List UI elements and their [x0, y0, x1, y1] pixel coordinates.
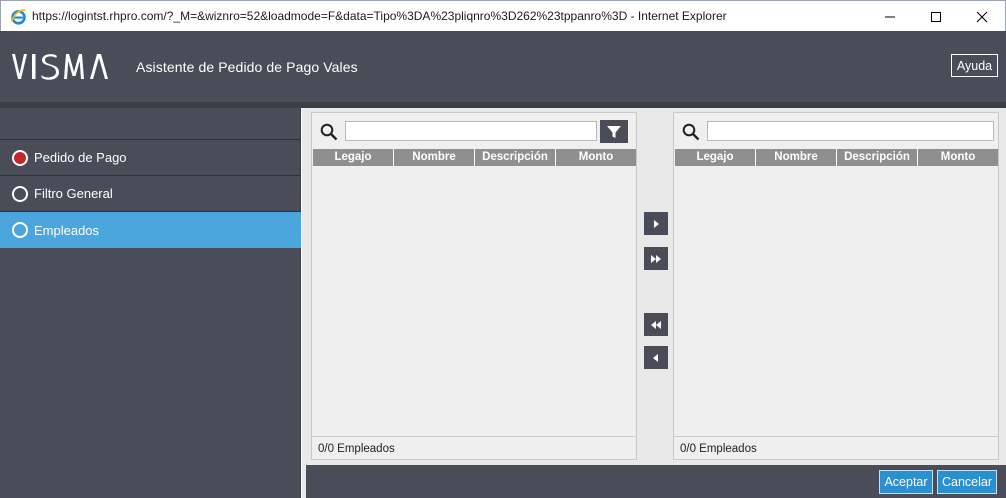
window-title: https://logintst.rhpro.com/?_M=&wiznro=5…: [32, 9, 727, 23]
sidebar-item-label: Pedido de Pago: [34, 150, 127, 165]
column-header-nombre[interactable]: Nombre: [756, 149, 837, 166]
column-header-monto[interactable]: Monto: [918, 149, 998, 166]
column-header-monto[interactable]: Monto: [556, 149, 636, 166]
search-input[interactable]: [707, 121, 994, 141]
double-triangle-left-icon: [651, 320, 661, 329]
move-all-right-button[interactable]: [644, 247, 668, 270]
sidebar-item-label: Empleados: [34, 222, 100, 238]
filter-button[interactable]: [600, 120, 628, 143]
employee-list[interactable]: [675, 166, 998, 436]
internet-explorer-icon: [10, 9, 26, 25]
accept-button[interactable]: Aceptar: [879, 470, 933, 494]
maximize-icon: [931, 11, 941, 22]
employee-count: 0/0 Empleados: [312, 436, 636, 460]
wizard-steps-sidebar: Pedido de Pago Filtro General Empleados: [0, 108, 301, 498]
employee-list[interactable]: [313, 166, 636, 436]
move-selected-left-button[interactable]: [644, 346, 668, 369]
move-selected-right-button[interactable]: [644, 212, 668, 235]
app-header: Asistente de Pedido de Pago Vales Ayuda: [0, 31, 1006, 102]
column-header-legajo[interactable]: Legajo: [675, 149, 756, 166]
close-button[interactable]: [959, 1, 1005, 32]
wizard-title: Asistente de Pedido de Pago Vales: [136, 59, 358, 75]
sidebar-item-empleados[interactable]: Empleados: [0, 212, 301, 248]
maximize-button[interactable]: [913, 1, 959, 32]
minimize-icon: [885, 16, 895, 17]
triangle-right-icon: [654, 219, 659, 228]
cancel-button[interactable]: Cancelar: [937, 470, 997, 494]
close-icon: [976, 11, 988, 22]
column-header-descripcion[interactable]: Descripción: [837, 149, 918, 166]
column-header-legajo[interactable]: Legajo: [313, 149, 394, 166]
filter-icon: [607, 125, 621, 138]
visma-logo: [12, 54, 108, 80]
step-completed-radio-icon: [12, 149, 28, 166]
minimize-button[interactable]: [867, 1, 913, 32]
search-icon: [320, 123, 338, 141]
move-all-left-button[interactable]: [644, 313, 668, 336]
help-button[interactable]: Ayuda: [951, 54, 998, 77]
table-header: Legajo Nombre Descripción Monto: [675, 149, 998, 166]
step-radio-icon: [12, 185, 28, 202]
employee-count: 0/0 Empleados: [674, 436, 998, 460]
sidebar-item-filtro-general[interactable]: Filtro General: [0, 176, 301, 212]
search-icon: [682, 123, 700, 141]
sidebar-item-label: Filtro General: [34, 186, 113, 201]
column-header-nombre[interactable]: Nombre: [394, 149, 475, 166]
search-input[interactable]: [345, 121, 597, 141]
column-header-descripcion[interactable]: Descripción: [475, 149, 556, 166]
window-titlebar: https://logintst.rhpro.com/?_M=&wiznro=5…: [0, 0, 1006, 31]
selected-employees-panel: Legajo Nombre Descripción Monto 0/0 Empl…: [673, 112, 999, 460]
table-header: Legajo Nombre Descripción Monto: [313, 149, 636, 166]
triangle-left-icon: [653, 353, 658, 362]
double-triangle-right-icon: [651, 254, 661, 263]
available-employees-panel: Legajo Nombre Descripción Monto 0/0 Empl…: [311, 112, 637, 460]
sidebar-item-pedido-de-pago[interactable]: Pedido de Pago: [0, 140, 301, 176]
step-radio-icon: [12, 222, 28, 238]
